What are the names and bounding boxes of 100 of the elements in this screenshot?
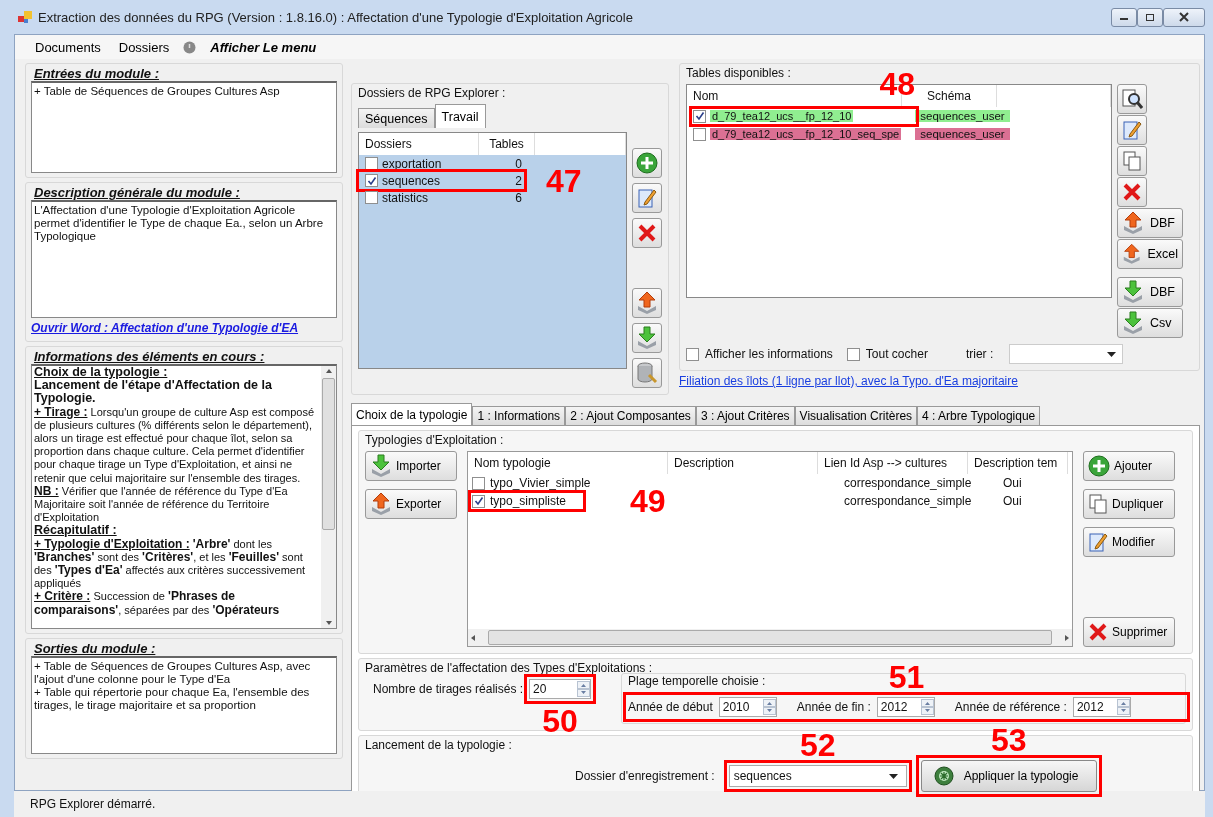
number-field[interactable]: 20 bbox=[529, 679, 592, 699]
import-icon bbox=[1122, 280, 1144, 304]
vertical-scrollbar[interactable] bbox=[321, 366, 336, 628]
table-cell-text: Oui bbox=[1002, 476, 1022, 490]
word-link[interactable]: Ouvrir Word : Affectation d'une Typologie d'EA bbox=[31, 321, 337, 335]
group-title: Dossiers de RPG Explorer : bbox=[358, 86, 506, 100]
checkbox[interactable] bbox=[472, 476, 485, 490]
add-button[interactable] bbox=[632, 148, 662, 178]
checkbox[interactable] bbox=[365, 191, 378, 204]
checkbox[interactable] bbox=[686, 347, 699, 361]
delete-icon bbox=[1122, 182, 1142, 202]
group-title: Paramètres de l'affectation des Types d'Exploitations : bbox=[365, 661, 652, 675]
column-header[interactable]: Dossiers bbox=[359, 133, 479, 155]
spinner-arrows-icon[interactable] bbox=[920, 699, 934, 715]
export-button[interactable]: DBF bbox=[1117, 277, 1183, 307]
spinner-arrows-icon[interactable] bbox=[762, 699, 776, 715]
column-header[interactable]: Nom typologie bbox=[468, 452, 668, 474]
apply-button[interactable]: Appliquer la typologie bbox=[920, 760, 1097, 792]
add-icon bbox=[636, 152, 658, 174]
tab[interactable]: 2 : Ajout Composantes bbox=[565, 406, 696, 425]
group-title: Typologies d'Exploitation : bbox=[365, 433, 504, 447]
folder-dropdown[interactable]: sequences bbox=[728, 765, 907, 787]
spinner-arrows-icon[interactable] bbox=[577, 681, 591, 697]
spinner-arrows-icon[interactable] bbox=[1116, 699, 1130, 715]
column-header[interactable]: Tables bbox=[479, 133, 535, 155]
tab[interactable]: Visualisation Critères bbox=[794, 406, 918, 425]
filiation-link[interactable]: Filiation des îlots (1 ligne par llot), avec la Typo. d'Ea majoritaire bbox=[679, 374, 1018, 388]
text-line: L'Affectation d'une Typologie d'Exploitation Agricole permet d'identifier le Type de chaque Ea., selon un Arbre Typologique bbox=[34, 204, 325, 243]
export-button[interactable]: Csv bbox=[1117, 308, 1183, 338]
field-label: Année de début bbox=[628, 700, 713, 714]
info-paragraph: NB : Vérifier que l'année de référence du Type d'Ea Majoritaire soit l'année de référence du Territoire d'Exploitation bbox=[34, 484, 288, 525]
window-title: Extraction des données du RPG (Version : 1.8.16.0) : Affectation d'une Typologie d'Exploitation Agricole bbox=[38, 9, 633, 25]
group-title: Description générale du module : bbox=[34, 185, 240, 200]
tab[interactable]: Séquences bbox=[358, 108, 435, 128]
table-name[interactable]: d_79_tea12_ucs__fp_12_10 bbox=[710, 110, 854, 122]
menu-item[interactable]: Dossiers bbox=[114, 39, 174, 55]
maximize-button[interactable] bbox=[1137, 7, 1163, 27]
info-paragraph: + Critère : Succession de 'Phrases de comparaisons', séparées par des 'Opérateurs bbox=[34, 590, 281, 617]
schema-name: sequences_user bbox=[915, 110, 1010, 122]
import-icon bbox=[1122, 311, 1144, 335]
checkbox[interactable] bbox=[472, 494, 485, 508]
duplicate-button[interactable]: Dupliquer bbox=[1083, 489, 1175, 519]
typology-name[interactable]: typo_Vivier_simple bbox=[490, 476, 591, 490]
text-line: + Table qui répertorie pour chaque Ea, l'ensemble des tirages, le tirage majoritaire et sa proportion bbox=[34, 686, 311, 712]
menu-item[interactable]: Afficher Le menu bbox=[206, 39, 321, 55]
export-button[interactable]: DBF bbox=[1117, 208, 1183, 238]
folder-name[interactable]: statistics bbox=[382, 190, 492, 205]
folder-name[interactable]: exportation bbox=[382, 156, 492, 171]
add-button[interactable]: Ajouter bbox=[1083, 451, 1175, 481]
close-button[interactable] bbox=[1163, 7, 1205, 27]
menu-item[interactable]: Documents bbox=[31, 39, 105, 55]
callout-number: 52 bbox=[799, 729, 836, 761]
field-label: Dossier d'enregistrement : bbox=[575, 769, 715, 783]
tab[interactable]: Choix de la typologie bbox=[351, 403, 473, 425]
edit-button[interactable] bbox=[1117, 115, 1147, 145]
checkbox[interactable] bbox=[846, 347, 860, 361]
column-header[interactable]: Description tem bbox=[968, 452, 1068, 474]
preview-button[interactable] bbox=[1117, 84, 1147, 114]
import-button[interactable]: Importer bbox=[365, 451, 457, 481]
import-button[interactable] bbox=[632, 323, 662, 353]
group-title: Entrées du module : bbox=[34, 66, 159, 81]
delete-button[interactable] bbox=[1117, 177, 1147, 207]
table-count: 6 bbox=[514, 190, 522, 205]
tab[interactable]: Travail bbox=[434, 104, 486, 128]
column-header[interactable]: Lien Id Asp --> cultures bbox=[818, 452, 968, 474]
edit-button[interactable]: Modifier bbox=[1083, 527, 1175, 557]
search-icon bbox=[1121, 88, 1143, 110]
checkbox-label[interactable]: Afficher les informations bbox=[686, 347, 833, 361]
table-name[interactable]: d_79_tea12_ucs__fp_12_10_seq_spe bbox=[710, 128, 902, 140]
tab[interactable]: 4 : Arbre Typologique bbox=[917, 406, 1041, 425]
delete-button[interactable]: Supprimer bbox=[1083, 617, 1175, 647]
number-field[interactable]: 2010 bbox=[718, 697, 777, 717]
export-button[interactable]: Excel bbox=[1117, 239, 1183, 269]
export-button[interactable]: Exporter bbox=[365, 489, 457, 519]
clean-button[interactable] bbox=[632, 358, 662, 388]
group-title: Lancement de la typologie : bbox=[365, 738, 512, 752]
export-button[interactable] bbox=[632, 288, 662, 318]
checkbox[interactable] bbox=[693, 109, 706, 123]
delete-button[interactable] bbox=[632, 218, 662, 248]
field-label: Nombre de tirages réalisés : bbox=[373, 682, 524, 696]
checkbox[interactable] bbox=[693, 127, 706, 141]
apply-icon bbox=[933, 766, 954, 786]
export-icon bbox=[1122, 211, 1144, 235]
table-cell-text: Oui bbox=[1002, 494, 1022, 508]
schema-name: sequences_user bbox=[915, 128, 1010, 140]
edit-icon bbox=[637, 187, 657, 209]
number-field[interactable]: 2012 bbox=[1072, 697, 1131, 717]
tab[interactable]: 1 : Informations bbox=[472, 406, 566, 425]
checkbox[interactable] bbox=[365, 174, 378, 187]
typology-name[interactable]: typo_simpliste bbox=[490, 494, 567, 508]
edit-button[interactable] bbox=[632, 183, 662, 213]
minimize-button[interactable] bbox=[1111, 7, 1137, 27]
copy-button[interactable] bbox=[1117, 146, 1147, 176]
column-header[interactable]: Description bbox=[668, 452, 818, 474]
horizontal-scrollbar[interactable] bbox=[468, 629, 1072, 646]
folder-name[interactable]: sequences bbox=[382, 173, 492, 188]
number-field[interactable]: 2012 bbox=[876, 697, 935, 717]
checkbox-label[interactable]: Tout cocher bbox=[846, 347, 928, 361]
tab[interactable]: 3 : Ajout Critères bbox=[695, 406, 795, 425]
text-line: + Table de Séquences de Groupes Cultures Asp, avec l'ajout d'une colonne pour le Type d'Ea bbox=[34, 660, 312, 686]
